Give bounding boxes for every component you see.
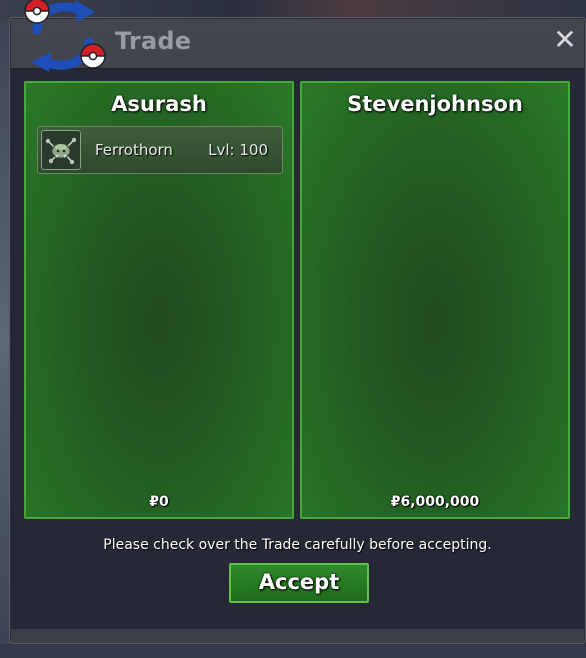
player-name-right: Stevenjohnson xyxy=(347,92,523,116)
trade-panel-left: Asurash Ferrothorn Lvl: 100 ₽0 xyxy=(24,81,294,519)
trade-pokemon-slot[interactable]: Ferrothorn Lvl: 100 xyxy=(37,126,283,174)
money-right: ₽6,000,000 xyxy=(390,494,480,510)
background-bottom xyxy=(0,644,586,658)
money-left: ₽0 xyxy=(149,494,169,510)
trade-content: Asurash Ferrothorn Lvl: 100 ₽0 Stevenjoh… xyxy=(11,68,584,629)
window-title: Trade xyxy=(115,27,192,55)
window-bottom-bar xyxy=(11,629,584,643)
trade-window: Trade ✕ Asurash Ferrothorn Lvl: 100 ₽0 S… xyxy=(9,17,586,644)
trade-arrows-pokeball-icon xyxy=(19,0,109,75)
trade-notice: Please check over the Trade carefully be… xyxy=(103,537,492,553)
pokemon-level: Lvl: 100 xyxy=(208,141,268,159)
trade-panel-right: Stevenjohnson ₽6,000,000 xyxy=(300,81,570,519)
accept-button[interactable]: Accept xyxy=(229,563,369,603)
close-icon[interactable]: ✕ xyxy=(551,26,579,54)
pokemon-name: Ferrothorn xyxy=(95,141,173,159)
ferrothorn-sprite-icon xyxy=(41,130,81,170)
player-name-left: Asurash xyxy=(111,92,207,116)
